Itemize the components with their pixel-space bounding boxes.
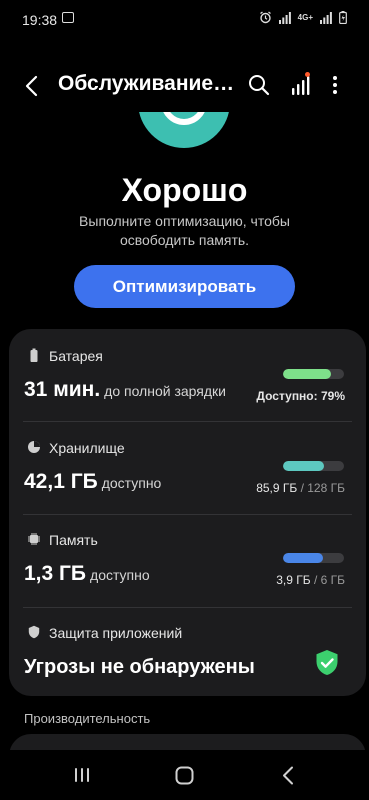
storage-value-sub: доступно — [101, 475, 162, 491]
app-protection-label: Защита приложений — [49, 625, 183, 641]
battery-section[interactable]: Батарея 31 мин. до полной зарядки Доступн… — [9, 329, 366, 421]
memory-chip-icon — [28, 533, 40, 545]
memory-bar — [283, 553, 344, 563]
shield-check-icon — [316, 650, 338, 675]
storage-total: / 128 ГБ — [300, 481, 345, 495]
shield-icon — [28, 625, 40, 639]
device-care-card: Батарея 31 мин. до полной зарядки Доступн… — [9, 329, 366, 696]
threat-status: Угрозы не обнаружены — [24, 656, 255, 678]
battery-bar — [283, 369, 344, 379]
battery-time: 31 мин. — [24, 378, 101, 401]
memory-label: Память — [49, 532, 98, 548]
recent-apps-icon[interactable] — [73, 767, 91, 783]
memory-total: / 6 ГБ — [313, 573, 345, 587]
search-icon[interactable] — [246, 72, 272, 98]
storage-section[interactable]: Хранилище 42,1 ГБ доступно 85,9 ГБ / 128 … — [9, 422, 366, 514]
home-icon[interactable] — [175, 766, 194, 785]
status-headline: Хорошо — [121, 172, 248, 208]
memory-usage: 3,9 ГБ / 6 ГБ — [276, 573, 345, 587]
app-bar: Обслуживание… — [0, 58, 369, 110]
battery-value-sub: до полной зарядки — [104, 383, 226, 399]
storage-pie-icon — [28, 441, 40, 453]
notification-dot — [305, 72, 310, 77]
memory-value: 1,3 ГБ доступно — [24, 562, 150, 586]
navigation-bar — [0, 750, 369, 800]
storage-label: Хранилище — [49, 440, 125, 456]
status-icons: 4G+ — [259, 11, 347, 24]
back-arrow-icon[interactable] — [18, 72, 46, 100]
signal-2-icon — [320, 11, 332, 24]
memory-bar-fill — [283, 553, 323, 563]
memory-used: 3,9 ГБ — [276, 573, 311, 587]
battery-bar-fill — [283, 369, 331, 379]
storage-free: 42,1 ГБ — [24, 470, 98, 493]
status-description: Выполните оптимизацию, чтобы освободить … — [79, 213, 290, 248]
memory-value-sub: доступно — [90, 567, 150, 583]
storage-usage: 85,9 ГБ / 128 ГБ — [256, 481, 345, 495]
alarm-icon — [259, 11, 271, 24]
status-bar: 19:38 4G+ — [0, 0, 369, 40]
memory-free: 1,3 ГБ — [24, 562, 87, 585]
page-title: Обслуживание… — [58, 72, 235, 95]
nav-back-icon[interactable] — [281, 766, 295, 785]
optimize-button[interactable]: Оптимизировать — [74, 265, 295, 308]
signal-icon — [278, 11, 291, 24]
battery-label: Батарея — [49, 348, 103, 364]
more-options-icon[interactable] — [324, 72, 346, 98]
battery-icon — [30, 348, 38, 362]
app-protection-section[interactable]: Защита приложений Угрозы не обнаружены — [9, 608, 366, 696]
device-status-ring-icon — [139, 112, 229, 148]
network-type-icon: 4G+ — [297, 12, 313, 22]
storage-bar — [283, 461, 344, 471]
storage-value: 42,1 ГБ доступно — [24, 470, 161, 494]
battery-charging-icon — [339, 11, 347, 24]
status-time: 19:38 — [22, 12, 58, 28]
storage-used: 85,9 ГБ — [256, 481, 298, 495]
gallery-notification-icon — [62, 12, 74, 23]
performance-section-title: Производительность — [24, 711, 151, 726]
storage-bar-fill — [283, 461, 324, 471]
battery-available: Доступно: 79% — [256, 389, 345, 403]
battery-value: 31 мин. до полной зарядки — [24, 378, 226, 402]
memory-section[interactable]: Память 1,3 ГБ доступно 3,9 ГБ / 6 ГБ — [9, 515, 366, 607]
